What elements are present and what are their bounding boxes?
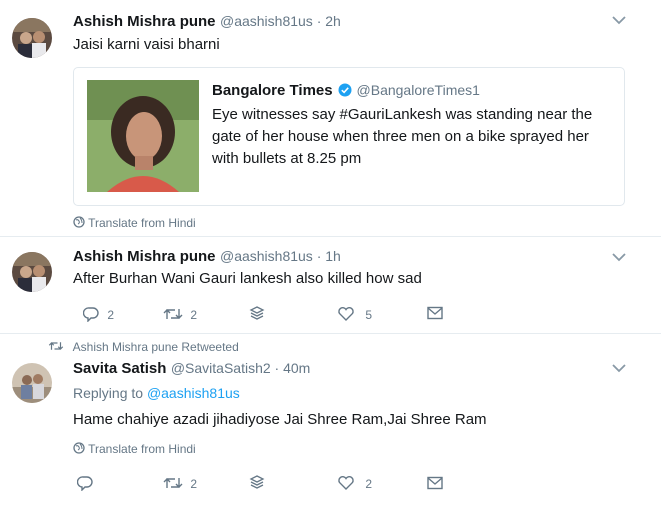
globe-icon: [73, 216, 85, 228]
retweet-icon: [48, 342, 64, 350]
stack-icon[interactable]: [249, 305, 265, 321]
heart-icon: [338, 307, 354, 321]
display-name[interactable]: Savita Satish: [73, 360, 166, 377]
tweet-header: Savita Satish @SavitaSatish2 · 40m: [73, 360, 310, 378]
translate-label[interactable]: Translate from Hindi: [88, 216, 196, 230]
divider: [0, 333, 661, 334]
quoted-text-line: with bullets at 8.25 pm: [212, 150, 362, 167]
replying-to-prefix: Replying to: [73, 385, 147, 401]
reply-button[interactable]: 2: [82, 306, 115, 323]
heart-icon: [338, 476, 354, 490]
retweeted-by-label[interactable]: Ashish Mishra pune Retweeted: [73, 340, 239, 354]
retweet-button[interactable]: 2: [163, 475, 197, 491]
avatar[interactable]: [12, 18, 52, 58]
envelope-icon[interactable]: [427, 476, 443, 490]
translate-link[interactable]: Translate from Hindi: [73, 216, 196, 230]
reply-button[interactable]: [76, 475, 93, 492]
replying-to-handle[interactable]: @aashish81us: [147, 385, 240, 401]
like-button[interactable]: 2: [337, 475, 372, 491]
quoted-tweet-image: [87, 80, 199, 192]
like-count: 5: [365, 308, 373, 322]
retweet-button[interactable]: 2: [163, 306, 197, 322]
tweet-text: Jaisi karni vaisi bharni: [73, 36, 220, 53]
quoted-display-name[interactable]: Bangalore Times: [212, 82, 333, 99]
retweet-count: 2: [190, 308, 198, 322]
like-count: 2: [365, 477, 373, 491]
quoted-text-line: Eye witnesses say #GauriLankesh was stan…: [212, 106, 593, 123]
retweet-icon: [163, 309, 183, 319]
envelope-icon[interactable]: [427, 306, 443, 320]
replying-to: Replying to @aashish81us: [73, 385, 240, 401]
quoted-text-line: gate of her house when three men on a bi…: [212, 128, 589, 145]
translate-label[interactable]: Translate from Hindi: [88, 442, 196, 456]
avatar[interactable]: [12, 252, 52, 292]
retweet-icon: [163, 478, 183, 488]
chevron-down-icon[interactable]: [611, 251, 627, 263]
tweet-header: Ashish Mishra pune @aashish81us · 1h: [73, 248, 341, 266]
retweet-count: 2: [190, 477, 198, 491]
display-name[interactable]: Ashish Mishra pune: [73, 248, 216, 265]
reply-count: 2: [107, 308, 115, 322]
divider: [0, 236, 661, 237]
verified-badge-icon: [338, 83, 352, 97]
stack-icon[interactable]: [249, 474, 265, 490]
tweet-text: Hame chahiye azadi jihadiyose Jai Shree …: [73, 411, 487, 428]
chevron-down-icon[interactable]: [611, 14, 627, 26]
retweeted-by: Ashish Mishra pune Retweeted: [48, 340, 239, 354]
handle-time[interactable]: @aashish81us · 2h: [220, 13, 341, 29]
tweet-header: Ashish Mishra pune @aashish81us · 2h: [73, 13, 341, 31]
tweet-text: After Burhan Wani Gauri lankesh also kil…: [73, 270, 422, 287]
quoted-tweet-header: Bangalore Times @BangaloreTimes1: [212, 82, 480, 100]
handle-time[interactable]: @SavitaSatish2 · 40m: [171, 360, 311, 376]
display-name[interactable]: Ashish Mishra pune: [73, 13, 216, 30]
avatar[interactable]: [12, 363, 52, 403]
handle-time[interactable]: @aashish81us · 1h: [220, 248, 341, 264]
reply-icon: [76, 476, 93, 492]
quoted-handle[interactable]: @BangaloreTimes1: [357, 82, 480, 98]
globe-icon: [73, 442, 85, 454]
reply-icon: [82, 307, 99, 323]
translate-link[interactable]: Translate from Hindi: [73, 442, 196, 456]
chevron-down-icon[interactable]: [611, 362, 627, 374]
like-button[interactable]: 5: [337, 306, 372, 322]
